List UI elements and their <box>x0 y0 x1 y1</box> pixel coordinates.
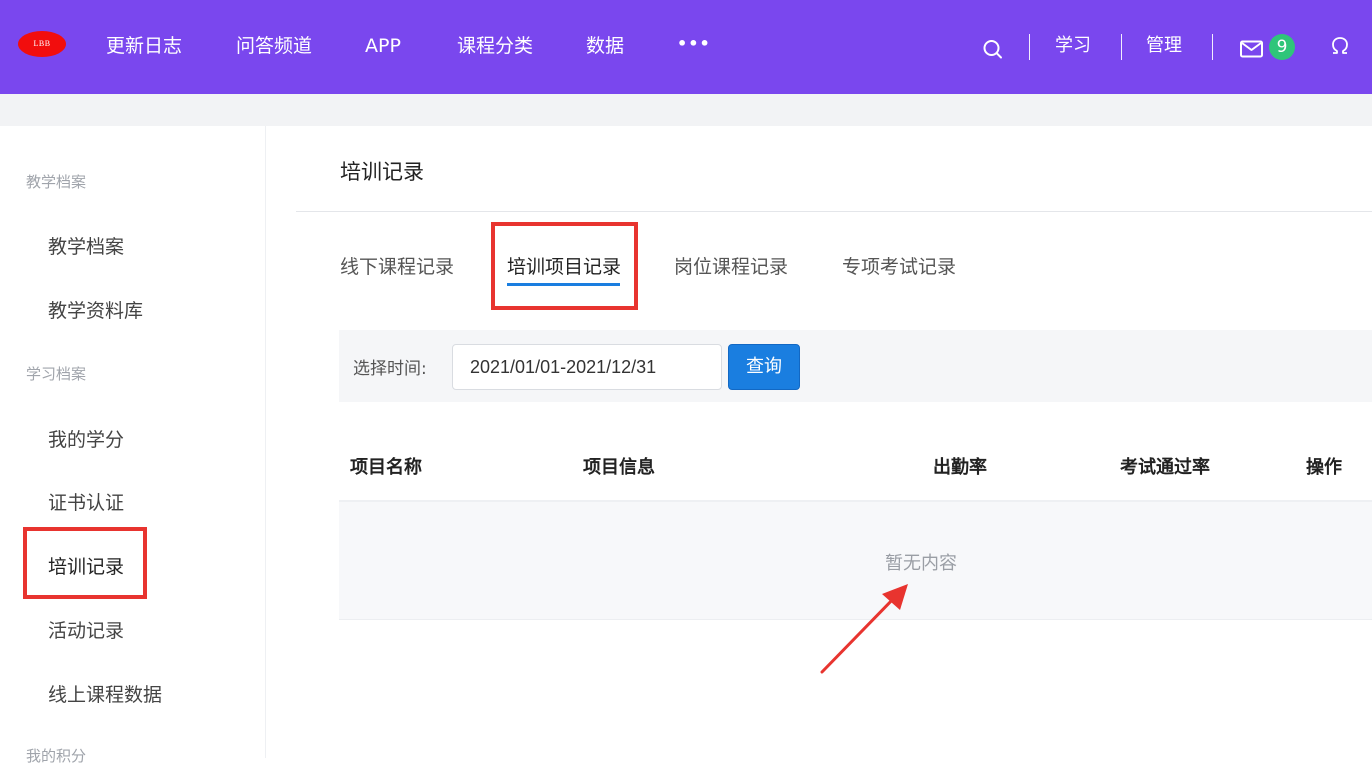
sidebar-item-activity-records[interactable]: 活动记录 <box>48 616 124 643</box>
nav-changelog[interactable]: 更新日志 <box>106 33 182 59</box>
sidebar-group-my-points: 我的积分 <box>26 747 87 765</box>
nav-more[interactable]: ••• <box>677 31 711 57</box>
tab-position-course-records[interactable]: 岗位课程记录 <box>674 252 788 279</box>
nav-qa-channel[interactable]: 问答频道 <box>236 33 312 59</box>
annotation-arrow-icon <box>810 580 920 684</box>
date-range-input[interactable] <box>452 344 722 390</box>
tab-special-exam-records[interactable]: 专项考试记录 <box>842 252 956 279</box>
filter-time-label: 选择时间: <box>353 359 427 379</box>
omega-icon[interactable] <box>1330 35 1350 57</box>
sidebar-group-learning-archive: 学习档案 <box>26 365 87 383</box>
mail-icon[interactable] <box>1240 40 1264 58</box>
sidebar-item-teaching-library[interactable]: 教学资料库 <box>48 296 143 323</box>
column-header-project-info: 项目信息 <box>583 457 655 478</box>
column-header-project-name: 项目名称 <box>350 457 422 478</box>
column-header-attendance-rate: 出勤率 <box>933 457 987 478</box>
page-title: 培训记录 <box>340 160 424 184</box>
empty-state-text: 暂无内容 <box>885 553 957 574</box>
sidebar-group-teaching-archive: 教学档案 <box>26 173 87 191</box>
tab-training-project-records[interactable]: 培训项目记录 <box>507 252 621 279</box>
tab-offline-course-records[interactable]: 线下课程记录 <box>340 252 454 279</box>
nav-app[interactable]: APP <box>365 33 401 59</box>
nav-manage[interactable]: 管理 <box>1146 33 1182 59</box>
column-header-exam-pass-rate: 考试通过率 <box>1120 457 1210 478</box>
sidebar-item-training-records[interactable]: 培训记录 <box>48 552 124 579</box>
sidebar-item-my-credits[interactable]: 我的学分 <box>48 425 124 452</box>
nav-separator <box>1029 34 1030 60</box>
query-button[interactable]: 查询 <box>728 344 800 390</box>
search-icon[interactable] <box>982 38 1004 60</box>
active-tab-underline <box>507 283 620 286</box>
top-navbar: LBB 更新日志 问答频道 APP 课程分类 数据 ••• 学习 管理 9 <box>0 0 1372 94</box>
sidebar-item-teaching-archive[interactable]: 教学档案 <box>48 232 124 259</box>
nav-separator <box>1212 34 1213 60</box>
nav-separator <box>1121 34 1122 60</box>
title-divider <box>296 211 1372 212</box>
nav-study[interactable]: 学习 <box>1055 33 1091 59</box>
logo[interactable]: LBB <box>18 31 66 57</box>
sidebar-item-online-course-data[interactable]: 线上课程数据 <box>48 680 162 707</box>
nav-data[interactable]: 数据 <box>586 33 624 59</box>
sub-header-strip <box>0 94 1372 126</box>
sidebar <box>0 126 266 758</box>
nav-course-category[interactable]: 课程分类 <box>457 33 533 59</box>
column-header-actions: 操作 <box>1306 457 1342 478</box>
sidebar-item-certificates[interactable]: 证书认证 <box>48 488 124 515</box>
mail-badge: 9 <box>1269 34 1295 60</box>
